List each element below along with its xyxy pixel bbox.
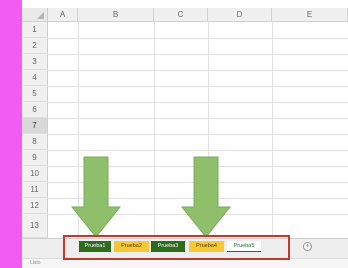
row-header-8[interactable]: 8 — [22, 134, 48, 150]
gridline — [48, 86, 348, 87]
select-all-corner[interactable] — [22, 8, 48, 22]
sheet-tab-prueba2[interactable]: Prueba2 — [114, 241, 149, 252]
gridline — [48, 102, 348, 103]
row-header-7[interactable]: 7 — [22, 118, 48, 134]
column-header-a[interactable]: A — [48, 8, 78, 22]
row-header-11[interactable]: 11 — [22, 182, 48, 198]
row-header-4[interactable]: 4 — [22, 70, 48, 86]
row-header-9[interactable]: 9 — [22, 150, 48, 166]
column-header-d[interactable]: D — [208, 8, 272, 22]
status-text: Listo — [30, 260, 41, 266]
row-header-12[interactable]: 12 — [22, 198, 48, 214]
gridline — [48, 54, 348, 55]
gridline — [48, 134, 348, 135]
gridline — [48, 70, 348, 71]
sheet-tab-prueba1[interactable]: Prueba1 — [79, 241, 111, 252]
row-header-6[interactable]: 6 — [22, 102, 48, 118]
row-header-2[interactable]: 2 — [22, 38, 48, 54]
row-header-3[interactable]: 3 — [22, 54, 48, 70]
row-header-1[interactable]: 1 — [22, 22, 48, 38]
sheet-tab-prueba3[interactable]: Prueba3 — [151, 241, 185, 252]
select-all-icon — [37, 12, 44, 19]
column-header-c[interactable]: C — [154, 8, 208, 22]
down-arrow-icon — [180, 156, 232, 238]
spreadsheet: A B C D E 1 2 3 4 5 6 7 8 9 10 11 12 13 … — [22, 0, 348, 268]
sheet-tab-prueba4[interactable]: Prueba4 — [189, 241, 224, 252]
row-header-13[interactable]: 13 — [22, 214, 48, 238]
column-header-b[interactable]: B — [78, 8, 154, 22]
add-sheet-button[interactable]: + — [303, 242, 312, 251]
gridline — [48, 38, 348, 39]
down-arrow-icon — [70, 156, 122, 238]
row-header-5[interactable]: 5 — [22, 86, 48, 102]
gridline — [48, 118, 348, 119]
sheet-tab-prueba5[interactable]: Prueba5 — [227, 241, 261, 252]
row-header-10[interactable]: 10 — [22, 166, 48, 182]
gridline — [48, 150, 348, 151]
column-header-e[interactable]: E — [272, 8, 348, 22]
